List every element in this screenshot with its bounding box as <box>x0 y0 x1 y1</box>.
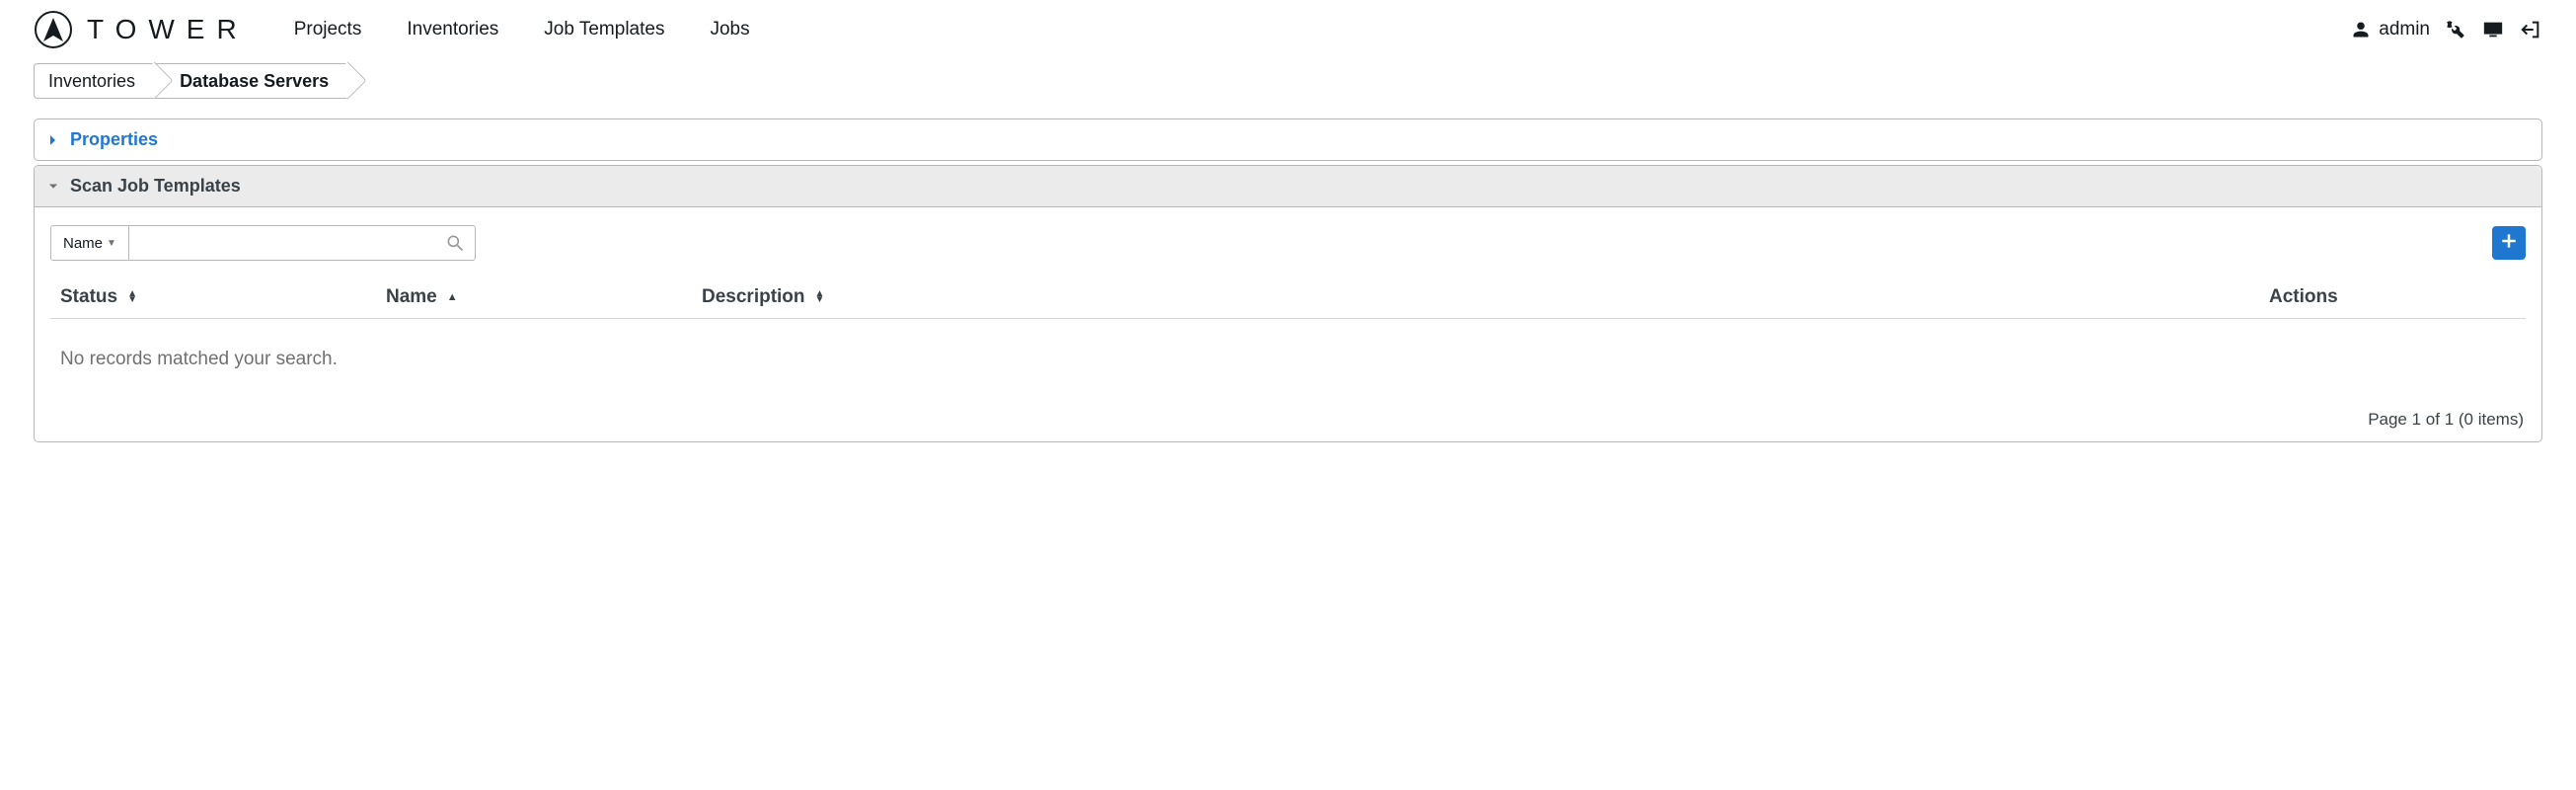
logo-icon <box>34 10 73 49</box>
nav-job-templates[interactable]: Job Templates <box>544 19 664 40</box>
panel-properties: Properties <box>34 118 2542 161</box>
user-name: admin <box>2379 19 2430 40</box>
pagination-info: Page 1 of 1 (0 items) <box>50 410 2526 430</box>
breadcrumb-inventories[interactable]: Inventories <box>34 63 155 99</box>
add-button[interactable] <box>2492 226 2526 260</box>
search-field-label: Name <box>63 235 103 252</box>
column-status[interactable]: Status ▲▼ <box>60 286 386 308</box>
table-header: Status ▲▼ Name ▲ Description ▲▼ Actions <box>50 286 2526 319</box>
nav-projects[interactable]: Projects <box>294 19 362 40</box>
nav-inventories[interactable]: Inventories <box>407 19 498 40</box>
breadcrumb-current[interactable]: Database Servers <box>155 63 348 99</box>
user-icon <box>2349 18 2373 41</box>
search-input[interactable] <box>139 226 445 260</box>
panel-properties-title: Properties <box>70 129 158 150</box>
setup-icon[interactable] <box>2444 18 2467 41</box>
brand-logo[interactable]: TOWER <box>34 10 249 49</box>
nav-jobs[interactable]: Jobs <box>710 19 749 40</box>
panel-scan-job-templates: Scan Job Templates Name ▼ <box>34 165 2542 442</box>
empty-message: No records matched your search. <box>50 319 2526 410</box>
panel-scan-job-templates-header[interactable]: Scan Job Templates <box>35 166 2541 207</box>
sort-icon: ▲▼ <box>815 291 825 303</box>
plus-icon <box>2499 231 2519 256</box>
search-field-select[interactable]: Name ▼ <box>51 226 129 260</box>
column-actions: Actions <box>2269 286 2516 308</box>
caret-right-icon <box>48 134 58 146</box>
sort-icon: ▲▼ <box>127 291 137 303</box>
brand-name: TOWER <box>87 14 249 45</box>
panel-properties-header[interactable]: Properties <box>35 119 2541 160</box>
breadcrumb: Inventories Database Servers <box>34 63 2542 99</box>
search-icon[interactable] <box>445 233 465 253</box>
caret-down-icon <box>48 183 58 191</box>
current-user[interactable]: admin <box>2349 18 2430 41</box>
logout-icon[interactable] <box>2519 18 2542 41</box>
panel-scan-job-templates-title: Scan Job Templates <box>70 176 241 197</box>
chevron-down-icon: ▼ <box>107 238 116 249</box>
portal-icon[interactable] <box>2481 18 2505 41</box>
sort-asc-icon: ▲ <box>447 294 458 300</box>
column-description[interactable]: Description ▲▼ <box>702 286 2269 308</box>
column-name[interactable]: Name ▲ <box>386 286 702 308</box>
